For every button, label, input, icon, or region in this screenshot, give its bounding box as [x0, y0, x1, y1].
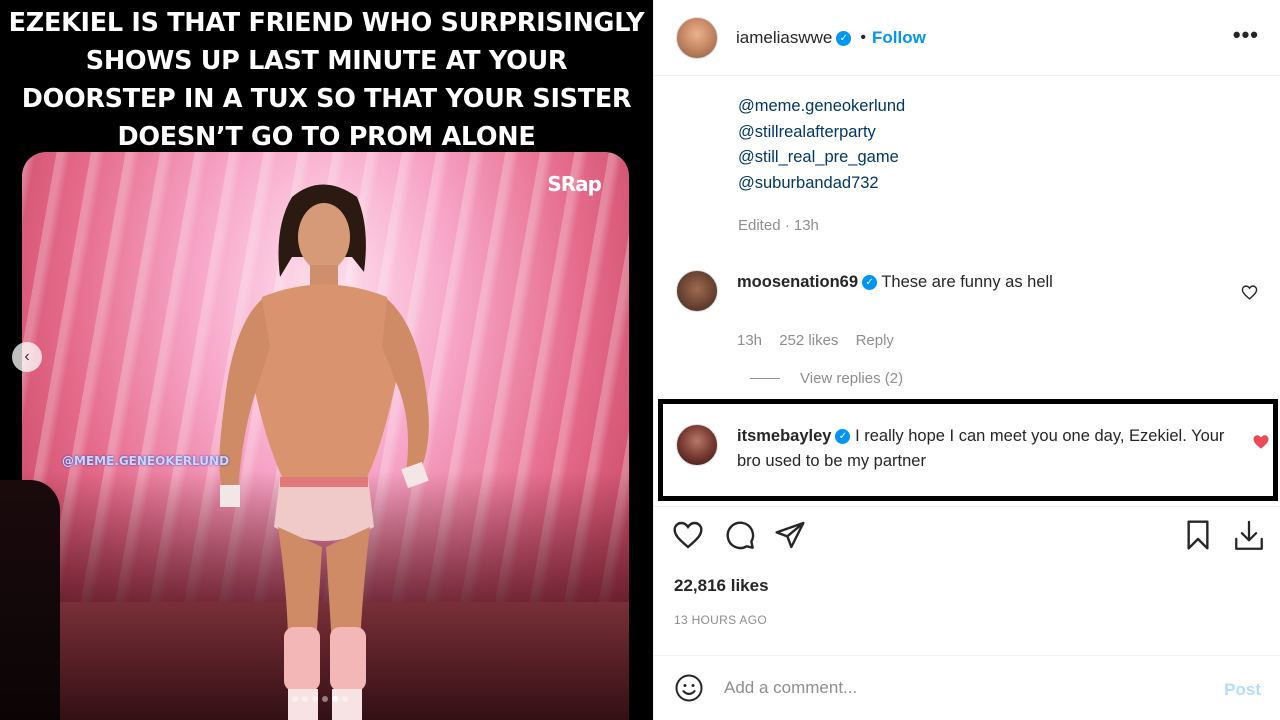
add-comment-bar: Post [654, 655, 1280, 720]
instagram-post-viewer: EZEKIEL IS THAT FRIEND WHO SURPRISINGLY … [0, 0, 1280, 720]
divider [750, 378, 780, 379]
snap-logo: SRap [547, 172, 602, 196]
comment-item-highlighted: itsmebayley ✓ I really hope I can meet yo… [676, 424, 1276, 474]
heart-icon[interactable] [1241, 284, 1258, 301]
chevron-left-icon: ‹ [24, 348, 30, 365]
meme-caption: EZEKIEL IS THAT FRIEND WHO SURPRISINGLY … [8, 8, 645, 152]
verified-icon: ✓ [836, 30, 852, 46]
reply-button[interactable]: Reply [856, 332, 894, 349]
comment-username[interactable]: itsmebayley [737, 427, 831, 445]
comment-input[interactable] [724, 678, 1194, 698]
caption-edited-time: Edited · 13h [738, 217, 819, 234]
view-replies-label[interactable]: View replies (2) [800, 370, 903, 387]
carousel-dots [292, 696, 348, 702]
mention-link[interactable]: @suburbandad732 [738, 171, 905, 197]
comment-text: These are funny as hell [881, 273, 1053, 291]
caption-mentions: @meme.geneokerlund @stillrealafterparty … [738, 94, 905, 196]
comment-username[interactable]: moosenation69 [737, 273, 858, 291]
meme-watermark: @MEME.GENEOKERLUND [62, 454, 230, 468]
comment-body: itsmebayley ✓ I really hope I can meet yo… [737, 424, 1237, 474]
comment-meta: 13h 252 likes Reply [737, 332, 1276, 349]
post-timestamp: 13 HOURS AGO [674, 613, 767, 627]
emoji-icon[interactable] [674, 673, 704, 703]
carousel-dot-active [332, 696, 338, 702]
verified-icon: ✓ [835, 429, 851, 445]
carousel-prev-button[interactable]: ‹ [12, 342, 42, 372]
avatar[interactable] [676, 424, 718, 466]
post-sidebar: iameliaswwe ✓ • Follow ••• @meme.geneoker… [653, 0, 1280, 720]
carousel-dot [292, 696, 298, 702]
view-replies-button[interactable]: View replies (2) [750, 370, 903, 387]
verified-icon: ✓ [862, 275, 878, 291]
mention-link[interactable]: @meme.geneokerlund [738, 94, 905, 120]
post-comment-button[interactable]: Post [1224, 680, 1261, 700]
post-header: iameliaswwe ✓ • Follow ••• [654, 0, 1280, 76]
carousel-dot [342, 696, 348, 702]
comment-icon[interactable] [724, 519, 756, 551]
avatar[interactable] [676, 270, 718, 312]
bookmark-icon[interactable] [1182, 519, 1214, 551]
heart-icon-liked[interactable] [1252, 433, 1270, 451]
comment-time: 13h [737, 332, 763, 349]
heart-icon[interactable] [672, 519, 704, 551]
follow-button[interactable]: Follow [872, 28, 926, 48]
mention-link[interactable]: @still_real_pre_game [738, 145, 905, 171]
comment-item: moosenation69 ✓ These are funny as hell 1… [676, 270, 1276, 349]
post-actions [654, 506, 1280, 566]
comment-likes[interactable]: 252 likes [779, 332, 838, 349]
post-author[interactable]: iameliaswwe ✓ [736, 28, 852, 48]
comment-body: moosenation69 ✓ These are funny as hell [737, 270, 1053, 312]
post-media: EZEKIEL IS THAT FRIEND WHO SURPRISINGLY … [0, 0, 653, 720]
avatar[interactable] [676, 16, 718, 59]
mention-link[interactable]: @stillrealafterparty [738, 120, 905, 146]
wrestler-figure [219, 184, 429, 720]
author-username[interactable]: iameliaswwe [736, 28, 832, 47]
more-icon[interactable]: ••• [1233, 22, 1259, 48]
separator: • [860, 28, 866, 46]
camera-silhouette [0, 480, 60, 720]
download-icon[interactable] [1232, 519, 1266, 553]
share-icon[interactable] [774, 519, 806, 551]
post-likes-count[interactable]: 22,816 likes [674, 576, 769, 596]
carousel-dot [302, 696, 308, 702]
carousel-dot [312, 696, 318, 702]
carousel-dot [322, 696, 328, 702]
post-photo: SRap @MEME.GENEOKERLUND [22, 152, 629, 720]
